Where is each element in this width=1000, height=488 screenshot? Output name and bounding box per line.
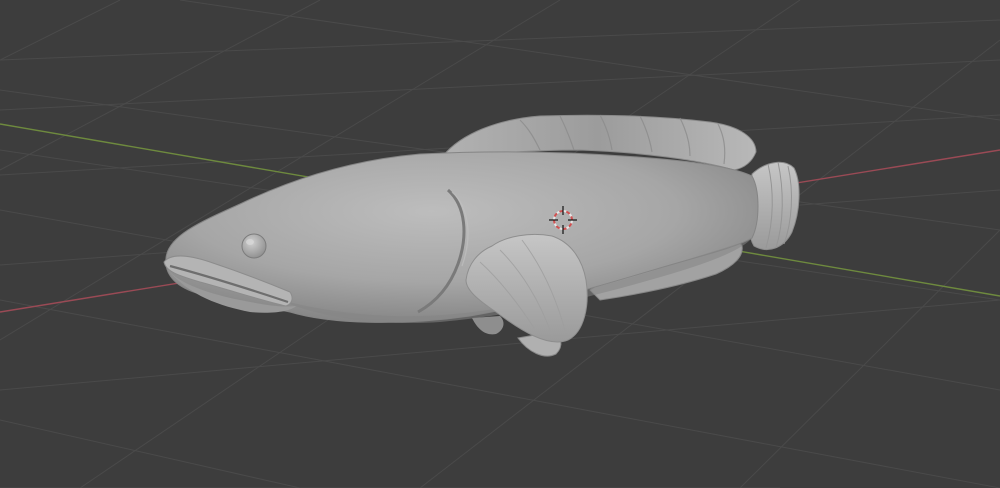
viewport-canvas[interactable]	[0, 0, 1000, 488]
pelvic-fin	[472, 316, 504, 335]
3d-viewport[interactable]	[0, 0, 1000, 488]
fish-eye	[241, 233, 267, 259]
fish-mesh[interactable]	[163, 114, 800, 357]
